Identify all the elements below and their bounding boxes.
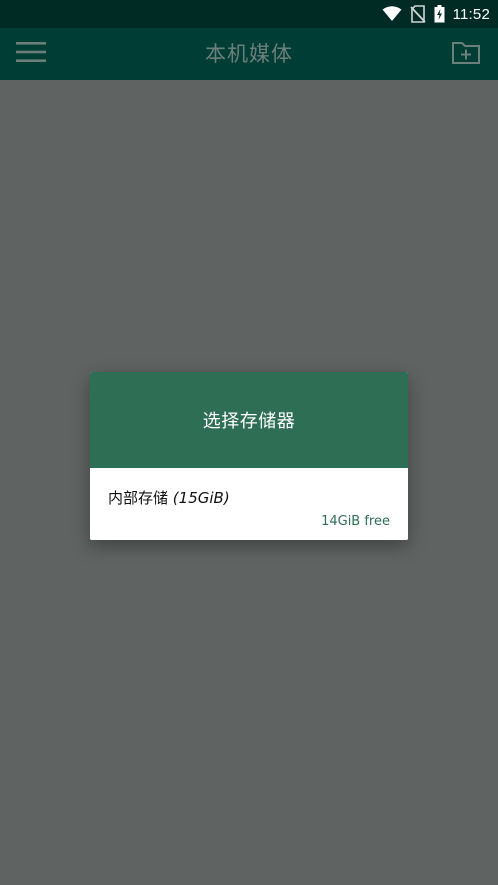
status-time: 11:52: [452, 5, 490, 23]
dialog-header: 选择存储器: [90, 372, 408, 468]
storage-free-space: 14GiB free: [321, 514, 390, 529]
add-folder-icon: [451, 39, 481, 69]
wifi-icon: [382, 6, 402, 22]
storage-name: 内部存储 (15GiB): [108, 487, 230, 508]
storage-label: 内部存储: [108, 489, 169, 507]
dialog-title: 选择存储器: [202, 411, 296, 432]
storage-picker-dialog: 选择存储器 内部存储 (15GiB) 14GiB free: [90, 372, 408, 540]
storage-size: (15GiB): [172, 489, 230, 507]
storage-item-internal[interactable]: 内部存储 (15GiB) 14GiB free: [90, 468, 408, 540]
app-bar: 本机媒体: [0, 28, 498, 80]
page-title: 本机媒体: [205, 42, 293, 66]
add-folder-button[interactable]: [446, 36, 486, 72]
screen: 11:52 本机媒体 选择存储器 内部存储 (15GiB) 14GiB free: [0, 0, 498, 885]
no-sim-icon: [409, 5, 426, 23]
status-bar: 11:52: [0, 0, 498, 28]
battery-charging-icon: [434, 5, 445, 23]
status-icons: 11:52: [382, 0, 490, 28]
